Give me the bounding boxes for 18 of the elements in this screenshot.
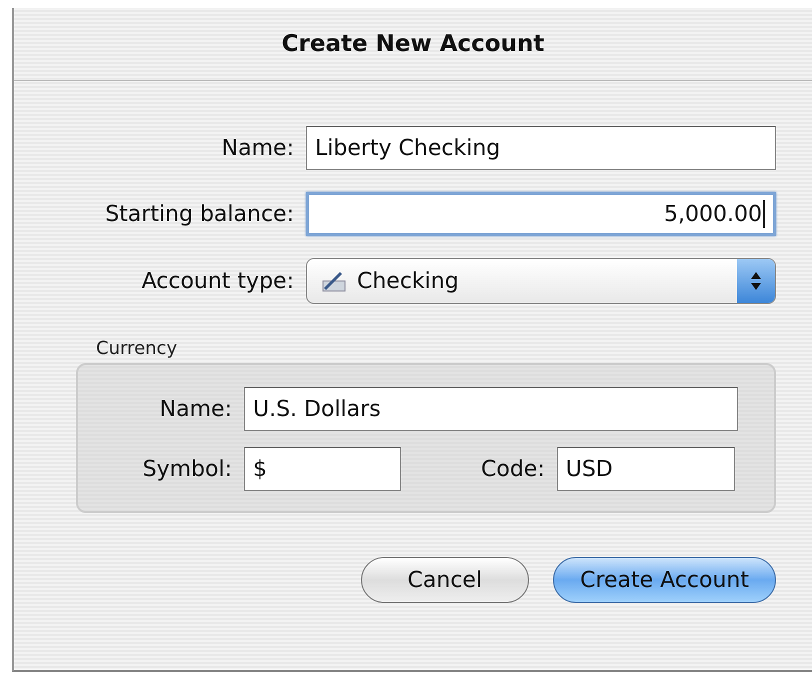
field-label: Account type: (140, 268, 294, 294)
field-label: Symbol: (142, 456, 232, 482)
text-field[interactable]: Liberty Checking (306, 126, 776, 170)
dialog-title: Create New Account (282, 31, 544, 57)
text-field[interactable]: $ (244, 447, 401, 491)
field-label: Starting balance: (104, 202, 294, 226)
checkbook-icon (321, 269, 347, 293)
text-field[interactable]: USD (556, 447, 735, 491)
field-label: Code: (481, 456, 545, 482)
account-type-popup[interactable]: Checking (306, 258, 776, 304)
create-account-button[interactable]: Create Account (553, 557, 776, 603)
text-field[interactable]: 5,000.00 (306, 192, 776, 236)
field-label: Name: (158, 396, 232, 422)
stepper-arrows-icon (750, 270, 762, 292)
text-field[interactable]: U.S. Dollars (244, 387, 738, 431)
cancel-button[interactable]: Cancel (360, 557, 530, 603)
group-title: Currency (96, 338, 178, 359)
field-label: Name: (220, 136, 294, 160)
